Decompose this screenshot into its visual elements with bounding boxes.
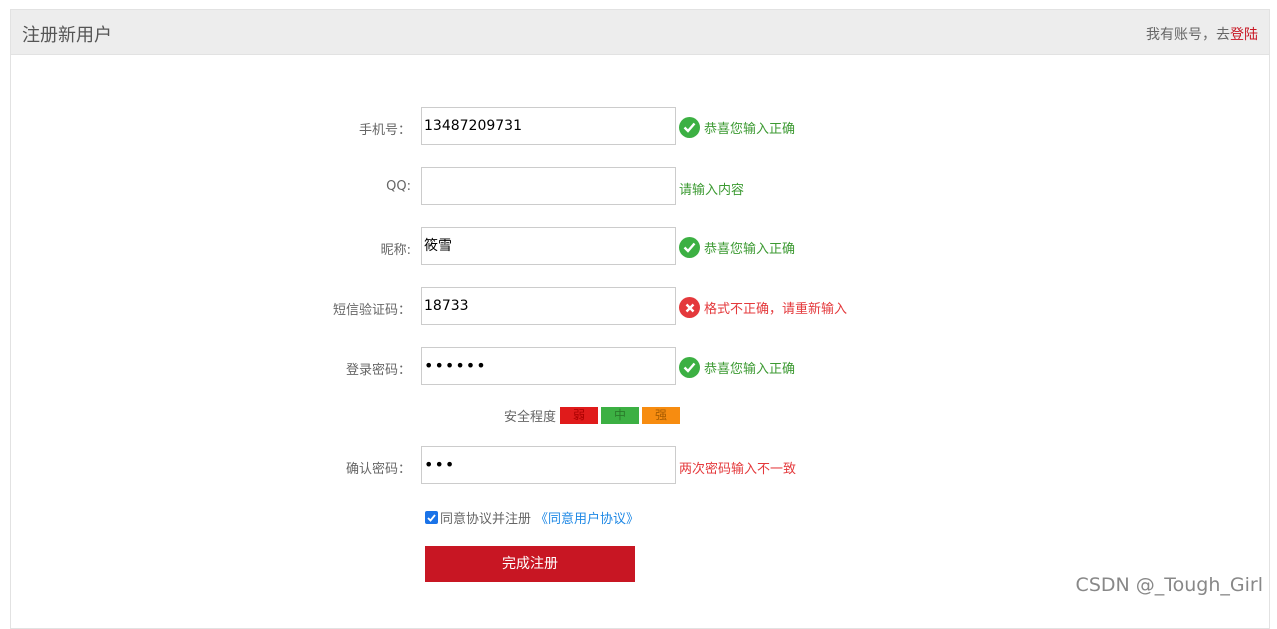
sms-code-row: 短信验证码： 18733 格式不正确，请重新输入 bbox=[0, 287, 1277, 325]
submit-button[interactable]: 完成注册 bbox=[425, 546, 635, 582]
check-circle-icon bbox=[679, 117, 700, 138]
agreement-checkbox[interactable] bbox=[425, 511, 438, 524]
sms-code-message-text: 格式不正确，请重新输入 bbox=[704, 302, 848, 317]
confirm-password-input[interactable]: ••• bbox=[421, 446, 676, 484]
login-link[interactable]: 登陆 bbox=[1230, 27, 1258, 43]
nickname-input[interactable]: 筱雪 bbox=[421, 227, 676, 265]
strength-weak: 弱 bbox=[560, 407, 599, 424]
check-circle-icon bbox=[679, 237, 700, 258]
qq-label: QQ: bbox=[386, 179, 411, 194]
password-message-text: 恭喜您输入正确 bbox=[704, 362, 796, 377]
confirm-password-label: 确认密码： bbox=[345, 462, 411, 477]
nickname-message-text: 恭喜您输入正确 bbox=[704, 242, 796, 257]
password-label: 登录密码： bbox=[345, 363, 411, 378]
nickname-row: 昵称: 筱雪 恭喜您输入正确 bbox=[0, 227, 1277, 265]
page-title: 注册新用户 bbox=[22, 25, 112, 46]
qq-message: 请输入内容 bbox=[679, 183, 745, 198]
login-prompt: 我有账号，去 bbox=[1146, 27, 1230, 43]
sms-code-message: 格式不正确，请重新输入 bbox=[679, 297, 847, 318]
sms-code-input[interactable]: 18733 bbox=[421, 287, 676, 325]
strength-label: 安全程度 bbox=[504, 410, 557, 425]
phone-message: 恭喜您输入正确 bbox=[679, 117, 795, 138]
error-circle-icon bbox=[679, 297, 700, 318]
phone-label: 手机号： bbox=[358, 123, 411, 138]
panel-header: 注册新用户 我有账号，去登陆 bbox=[11, 10, 1269, 55]
qq-row: QQ: 请输入内容 bbox=[0, 167, 1277, 205]
password-input[interactable]: •••••• bbox=[421, 347, 676, 385]
nickname-message: 恭喜您输入正确 bbox=[679, 237, 795, 258]
check-icon bbox=[427, 513, 436, 522]
sms-code-label: 短信验证码： bbox=[332, 303, 411, 318]
strength-strong: 强 bbox=[642, 407, 681, 424]
qq-input[interactable] bbox=[421, 167, 676, 205]
phone-row: 手机号： 13487209731 恭喜您输入正确 bbox=[0, 107, 1277, 145]
phone-input[interactable]: 13487209731 bbox=[421, 107, 676, 145]
watermark: CSDN @_Tough_Girl bbox=[1075, 574, 1263, 596]
confirm-password-message: 两次密码输入不一致 bbox=[679, 462, 797, 477]
phone-message-text: 恭喜您输入正确 bbox=[704, 122, 796, 137]
password-strength: 安全程度 弱 中 强 bbox=[504, 407, 683, 425]
password-row: 登录密码： •••••• 恭喜您输入正确 bbox=[0, 347, 1277, 385]
login-hint: 我有账号，去登陆 bbox=[1146, 24, 1258, 44]
nickname-label: 昵称: bbox=[380, 243, 411, 258]
check-circle-icon bbox=[679, 357, 700, 378]
agreement-text: 同意协议并注册 bbox=[440, 512, 532, 527]
agreement: 同意协议并注册 《同意用户协议》 bbox=[425, 508, 639, 527]
agreement-link[interactable]: 《同意用户协议》 bbox=[535, 508, 639, 527]
password-message: 恭喜您输入正确 bbox=[679, 357, 795, 378]
strength-medium: 中 bbox=[601, 407, 640, 424]
confirm-password-row: 确认密码： ••• 两次密码输入不一致 bbox=[0, 446, 1277, 484]
